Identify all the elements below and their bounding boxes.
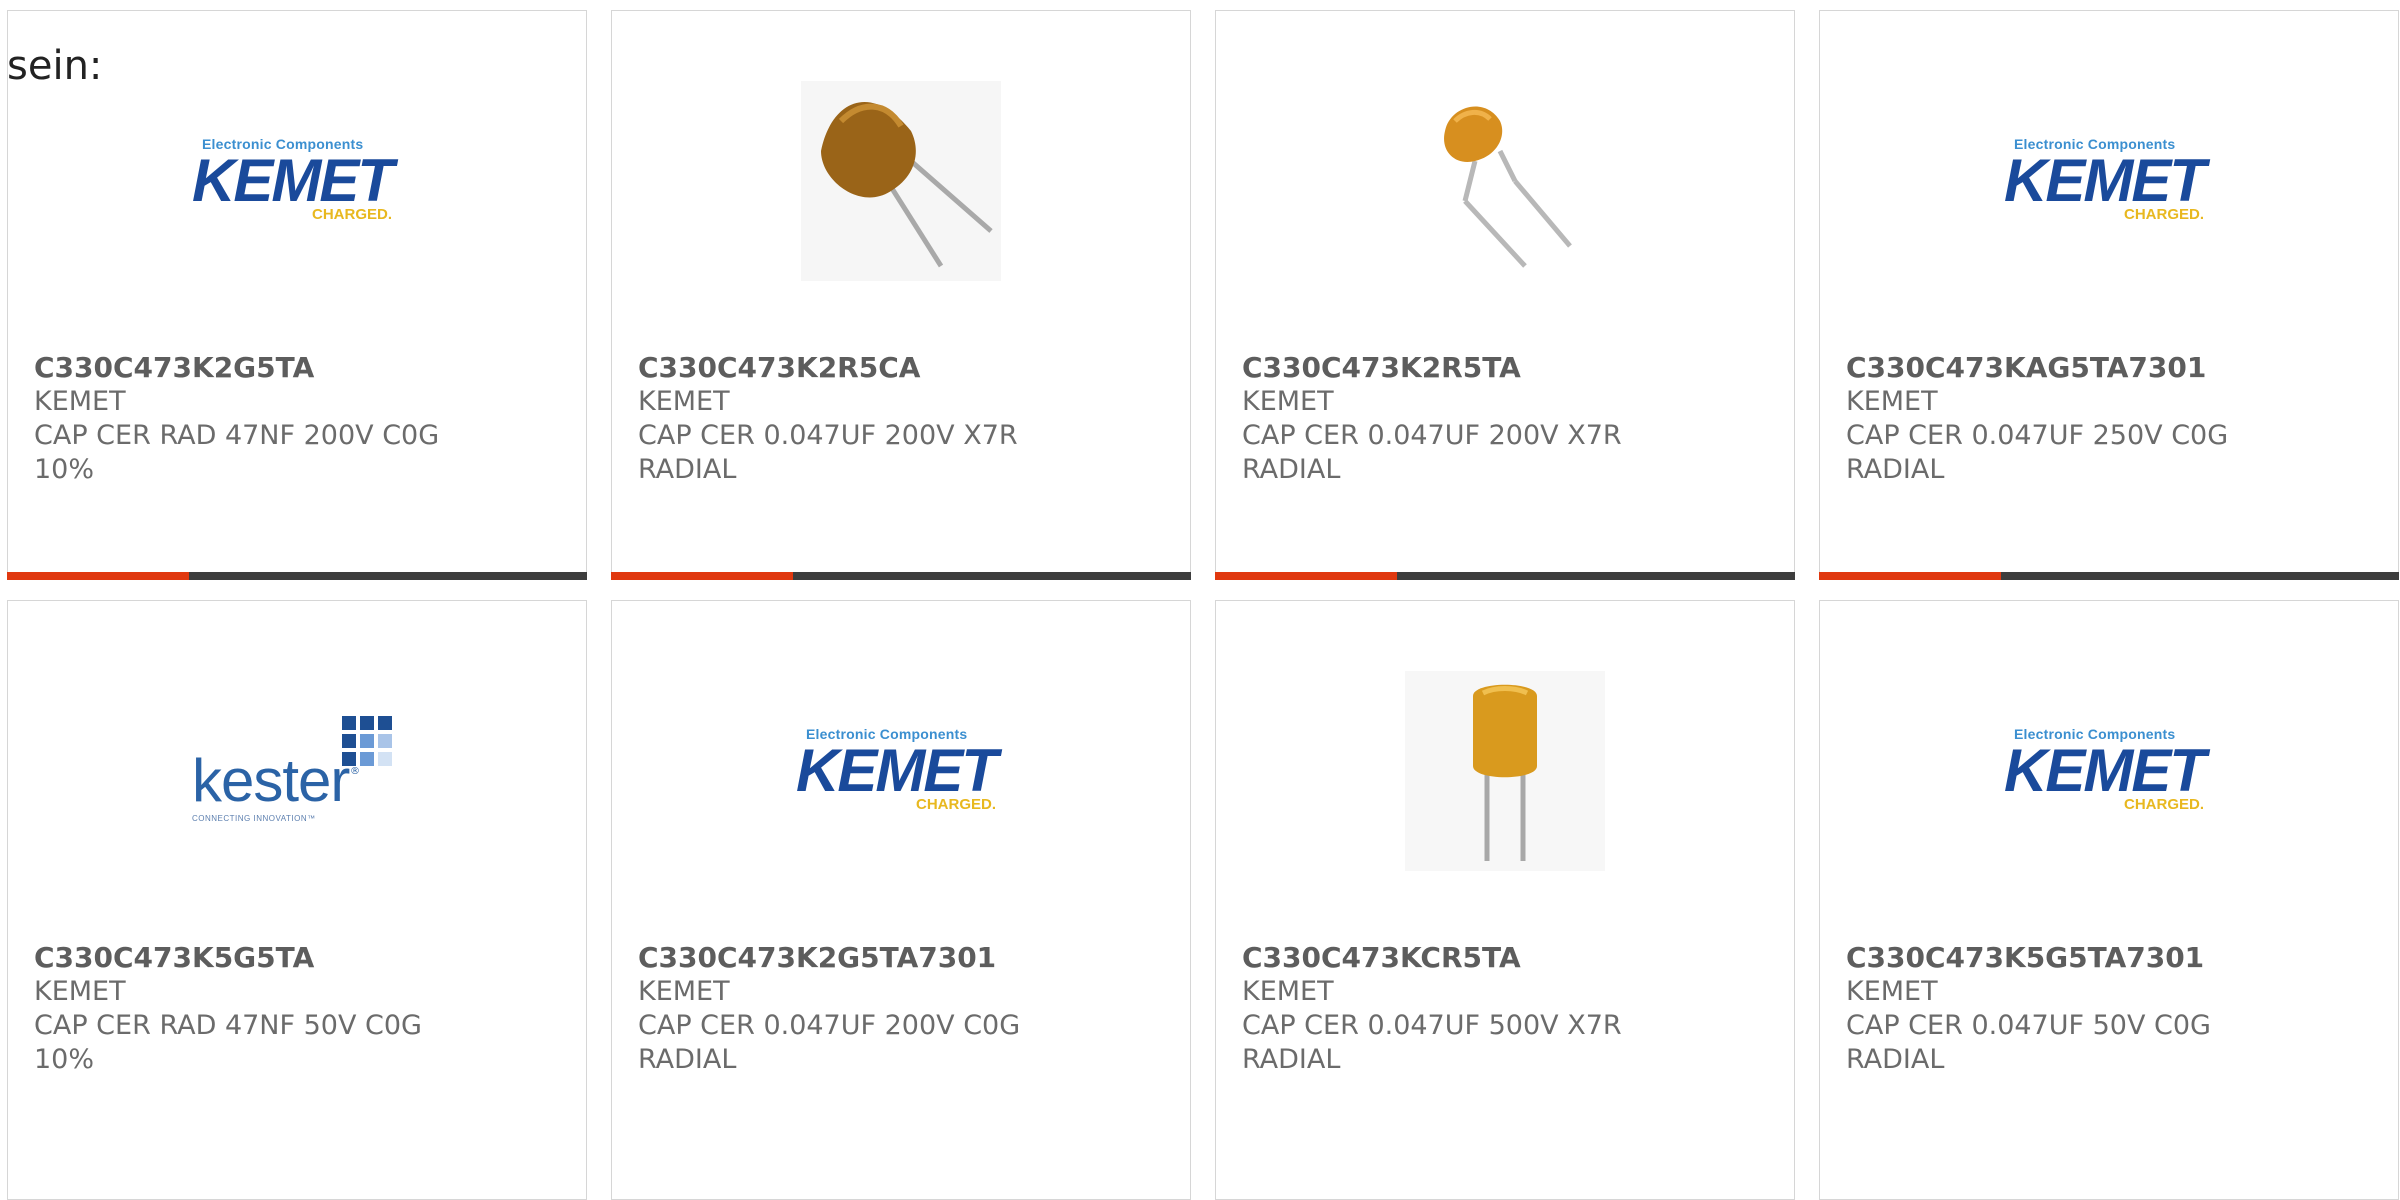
kemet-logo: Electronic Components KEMET CHARGED. [192, 136, 402, 226]
card-accent-bar [1819, 572, 2001, 580]
description-line-2: 10% [34, 1044, 95, 1075]
product-grid: Electronic Components KEMET CHARGED. C33… [0, 0, 2400, 1200]
product-card[interactable]: C330C473K2R5TA KEMET CAP CER 0.047UF 200… [1215, 10, 1795, 580]
capacitor-small-image [1444, 106, 1572, 268]
card-bottom-bar [7, 572, 587, 580]
page-prefix-text: sein: [7, 43, 103, 89]
description-line-1: CAP CER 0.047UF 500V X7R [1242, 1010, 1622, 1041]
description-line-1: CAP CER 0.047UF 250V C0G [1846, 420, 2229, 451]
part-number[interactable]: C330C473K2G5TA [34, 351, 560, 385]
kemet-logo-word: KEMET [192, 147, 394, 214]
manufacturer: KEMET [1846, 386, 1938, 417]
product-image: Electronic Components KEMET CHARGED. [1820, 661, 2398, 881]
product-card[interactable]: Electronic Components KEMET CHARGED. C33… [611, 600, 1191, 1200]
manufacturer: KEMET [638, 386, 730, 417]
manufacturer: KEMET [1242, 386, 1334, 417]
card-bottom-bar [1215, 572, 1795, 580]
product-info: C330C473KCR5TA KEMET CAP CER 0.047UF 500… [1242, 941, 1768, 1077]
part-number[interactable]: C330C473K2R5TA [1242, 351, 1768, 385]
kemet-logo-tag: CHARGED. [2123, 206, 2204, 223]
kester-logo-word: kester [192, 747, 350, 814]
kemet-logo-word: KEMET [2004, 147, 2206, 214]
description-line-2: RADIAL [1242, 1044, 1341, 1075]
part-number[interactable]: C330C473KAG5TA7301 [1846, 351, 2372, 385]
kemet-logo-word: KEMET [796, 737, 998, 804]
description-line-1: CAP CER 0.047UF 200V X7R [1242, 420, 1622, 451]
part-number[interactable]: C330C473KCR5TA [1242, 941, 1768, 975]
manufacturer: KEMET [638, 976, 730, 1007]
product-info: C330C473K2G5TA7301 KEMET CAP CER 0.047UF… [638, 941, 1164, 1077]
description-line-2: RADIAL [638, 454, 737, 485]
card-accent-bar [611, 572, 793, 580]
description-line-2: 10% [34, 454, 95, 485]
manufacturer: KEMET [1846, 976, 1938, 1007]
capacitor-upright-image [1405, 671, 1605, 871]
capacitor-brown-image [801, 81, 1001, 281]
product-card[interactable]: C330C473KCR5TA KEMET CAP CER 0.047UF 500… [1215, 600, 1795, 1200]
description-line-2: RADIAL [1846, 1044, 1945, 1075]
product-card[interactable]: Electronic Components KEMET CHARGED. C33… [7, 10, 587, 580]
product-image: Electronic Components KEMET CHARGED. [1820, 71, 2398, 291]
product-image [612, 71, 1190, 291]
manufacturer: KEMET [1242, 976, 1334, 1007]
part-number[interactable]: C330C473K2R5CA [638, 351, 1164, 385]
product-card[interactable]: kester ® CONNECTING INNOVATION™ C330C473… [7, 600, 587, 1200]
card-accent-bar [1215, 572, 1397, 580]
kemet-logo-tag: CHARGED. [311, 206, 392, 223]
product-info: C330C473K2R5CA KEMET CAP CER 0.047UF 200… [638, 351, 1164, 487]
description-line-2: RADIAL [1242, 454, 1341, 485]
kemet-logo-word: KEMET [2004, 737, 2206, 804]
manufacturer: KEMET [34, 386, 126, 417]
product-image [1216, 71, 1794, 291]
description-line-1: CAP CER RAD 47NF 200V C0G [34, 420, 440, 451]
registered-mark-icon: ® [350, 766, 360, 777]
product-image: kester ® CONNECTING INNOVATION™ [8, 661, 586, 881]
product-image [1216, 661, 1794, 881]
product-info: C330C473K5G5TA KEMET CAP CER RAD 47NF 50… [34, 941, 560, 1077]
part-number[interactable]: C330C473K5G5TA [34, 941, 560, 975]
kemet-logo-tag: CHARGED. [2123, 796, 2204, 813]
part-number[interactable]: C330C473K2G5TA7301 [638, 941, 1164, 975]
product-card[interactable]: Electronic Components KEMET CHARGED. C33… [1819, 10, 2399, 580]
description-line-1: CAP CER 0.047UF 200V C0G [638, 1010, 1021, 1041]
card-bottom-bar [611, 572, 1191, 580]
manufacturer: KEMET [34, 976, 126, 1007]
description-line-1: CAP CER 0.047UF 200V X7R [638, 420, 1018, 451]
product-info: C330C473KAG5TA7301 KEMET CAP CER 0.047UF… [1846, 351, 2372, 487]
description-line-2: RADIAL [638, 1044, 737, 1075]
card-bottom-bar [1819, 572, 2399, 580]
kemet-logo: Electronic Components KEMET CHARGED. [2004, 726, 2214, 816]
product-card[interactable]: C330C473K2R5CA KEMET CAP CER 0.047UF 200… [611, 10, 1191, 580]
product-image: Electronic Components KEMET CHARGED. [8, 71, 586, 291]
product-info: C330C473K2G5TA KEMET CAP CER RAD 47NF 20… [34, 351, 560, 487]
kemet-logo: Electronic Components KEMET CHARGED. [796, 726, 1006, 816]
product-info: C330C473K2R5TA KEMET CAP CER 0.047UF 200… [1242, 351, 1768, 487]
kester-logo-tag: CONNECTING INNOVATION™ [192, 814, 316, 823]
part-number[interactable]: C330C473K5G5TA7301 [1846, 941, 2372, 975]
kemet-logo: Electronic Components KEMET CHARGED. [2004, 136, 2214, 226]
kester-logo: kester ® CONNECTING INNOVATION™ [192, 716, 402, 826]
description-line-1: CAP CER 0.047UF 50V C0G [1846, 1010, 2211, 1041]
kemet-logo-tag: CHARGED. [915, 796, 996, 813]
product-info: C330C473K5G5TA7301 KEMET CAP CER 0.047UF… [1846, 941, 2372, 1077]
description-line-2: RADIAL [1846, 454, 1945, 485]
product-card[interactable]: Electronic Components KEMET CHARGED. C33… [1819, 600, 2399, 1200]
card-accent-bar [7, 572, 189, 580]
description-line-1: CAP CER RAD 47NF 50V C0G [34, 1010, 422, 1041]
product-image: Electronic Components KEMET CHARGED. [612, 661, 1190, 881]
